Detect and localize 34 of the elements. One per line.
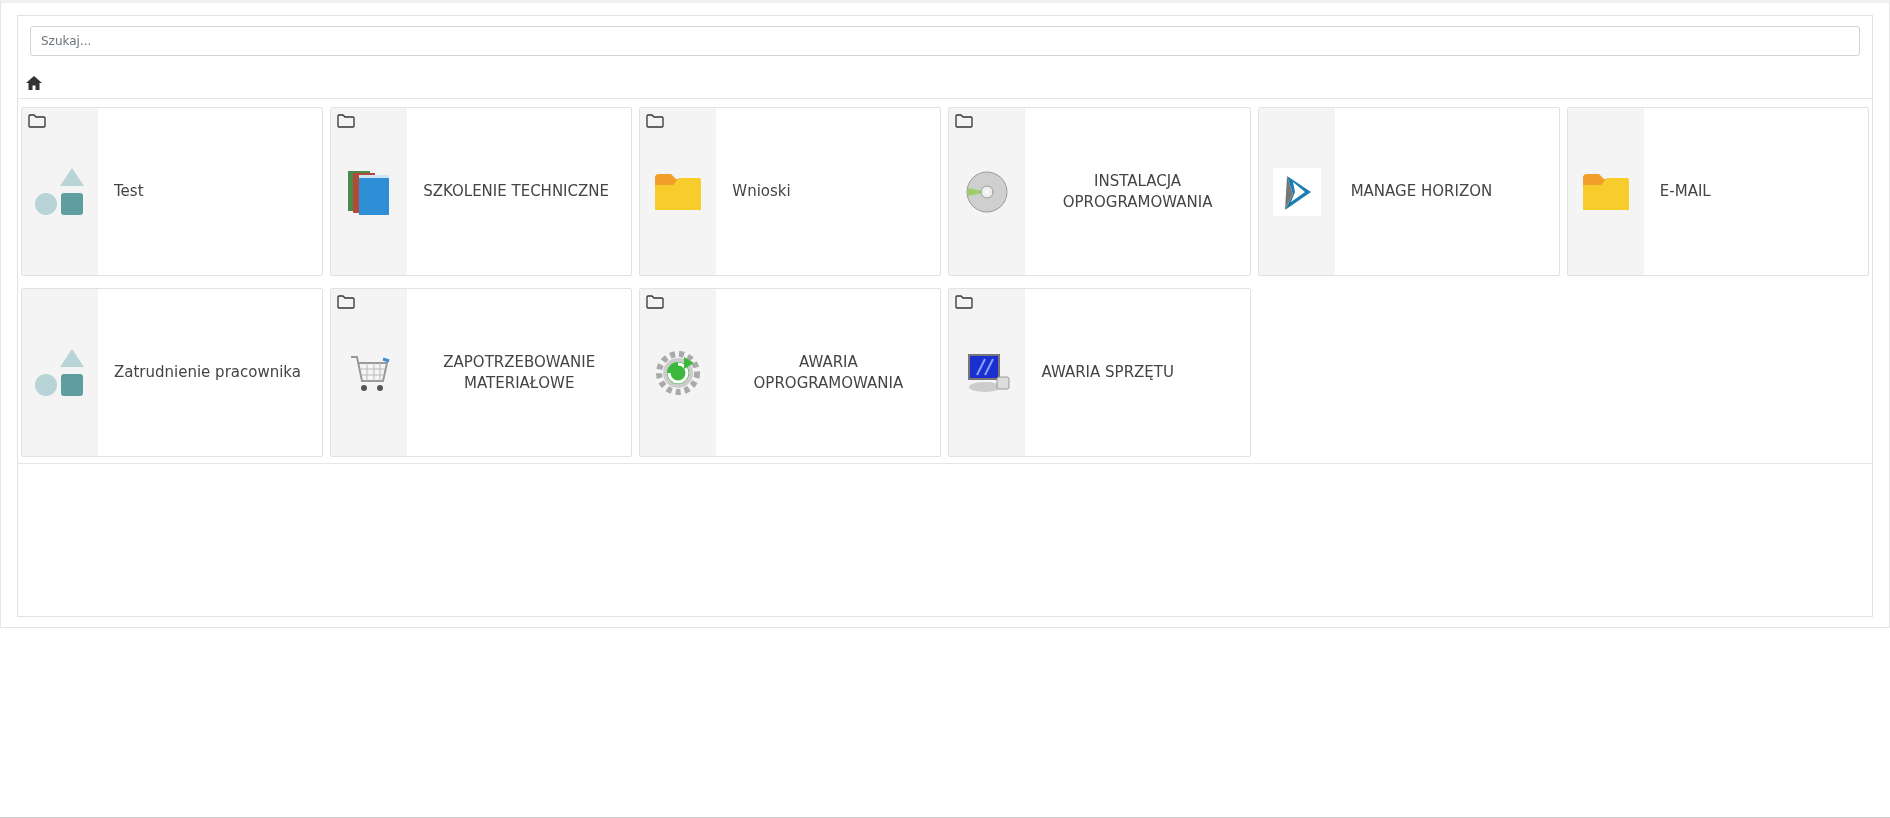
folder-icon [646,295,665,309]
gear-icon [654,348,703,397]
folder-icon [653,171,704,212]
tile-label: Test [114,181,144,202]
home-icon[interactable] [26,76,42,90]
folder-icon [955,114,974,128]
folder-icon [28,114,46,128]
folder-icon [646,114,665,128]
tile-label: INSTALACJA OPROGRAMOWANIA [1061,171,1214,212]
tile-label: SZKOLENIE TECHNICZNE [423,181,609,202]
tile-label: AWARIA OPROGRAMOWANIA [752,352,905,393]
tile-card[interactable]: Wnioski [639,107,942,276]
tile-card[interactable]: ZAPOTRZEBOWANIE MATERIAŁOWE [330,288,633,457]
tile-card[interactable]: MANAGE HORIZON [1257,107,1560,276]
tile-label: Zatrudnienie pracownika [114,362,301,383]
tile-card[interactable]: AWARIA OPROGRAMOWANIA [639,288,942,457]
tile-label: AWARIA SPRZĘTU [1041,362,1174,383]
folder-icon [337,114,356,128]
tile-label: MANAGE HORIZON [1350,181,1493,202]
folder-icon [337,295,356,309]
tile-card[interactable]: SZKOLENIE TECHNICZNE [330,107,633,276]
tile-label: Wnioski [732,181,791,202]
tile-label: E-MAIL [1659,181,1711,202]
tile-card[interactable]: E-MAIL [1566,107,1869,276]
tile-card[interactable]: INSTALACJA OPROGRAMOWANIA [948,107,1251,276]
tile-card[interactable]: AWARIA SPRZĘTU [948,288,1251,457]
folder-icon [1580,171,1631,212]
folder-icon [955,295,974,309]
logo-icon [1272,167,1321,216]
tile-card[interactable]: Test [21,107,324,276]
disc-icon [965,169,1010,214]
tile-label: ZAPOTRZEBOWANIE MATERIAŁOWE [442,352,597,393]
tile-card[interactable]: Zatrudnienie pracownika [21,288,324,457]
search-field[interactable]: Szukaj... [30,26,1860,56]
